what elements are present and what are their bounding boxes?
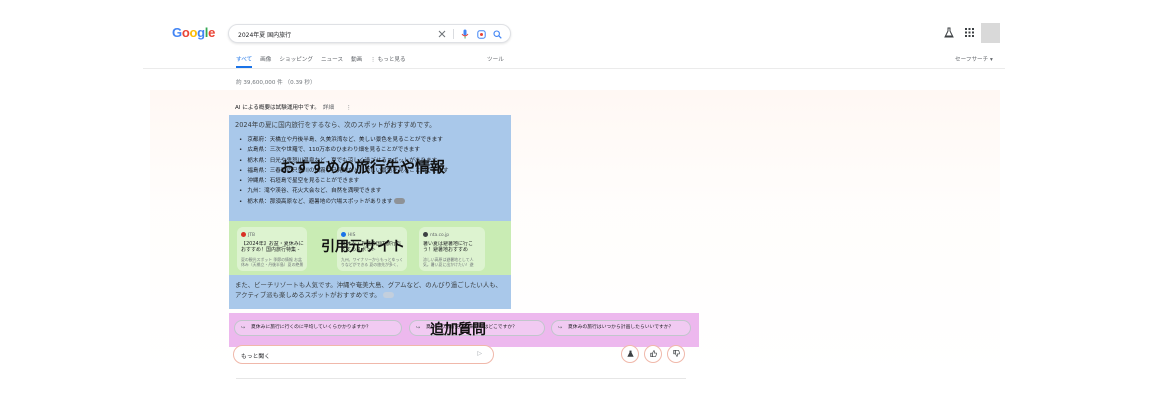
source-title: 【2024年】お盆・夏休みにおすすめ！国内旅行特集 - JTB [241, 241, 304, 254]
tools-button[interactable]: ツール [487, 55, 504, 63]
lens-icon[interactable] [476, 28, 486, 40]
logo-letter: g [197, 25, 205, 40]
labs-feedback-button[interactable] [621, 345, 639, 363]
microphone-icon[interactable] [460, 28, 470, 40]
list-item-text: 栃木県：那須高原など、避暑地の穴場スポットがあります [247, 198, 393, 205]
source-title: 暑い夏は避暑地に行こう！避暑地おすすめ [423, 241, 474, 254]
ai-overview-summary: 2024年の夏に国内旅行をするなら、次のスポットがおすすめです。 京都府：天橋立… [229, 115, 511, 221]
header-divider [143, 68, 1005, 69]
list-item: 栃木県：那須高原など、避暑地の穴場スポットがあります [239, 197, 448, 207]
ai-overview-intro: 2024年の夏に国内旅行をするなら、次のスポットがおすすめです。 [235, 121, 436, 129]
follow-up-questions: 夏休みに旅行に行くのに平均していくらかかりますか？ 夏休みの旅行先で人気なのはど… [229, 313, 699, 347]
logo-letter: o [181, 25, 190, 40]
search-icon[interactable] [492, 28, 502, 40]
search-input[interactable]: 2024年夏 国内旅行 [238, 30, 291, 39]
labs-flask-icon[interactable] [944, 27, 954, 40]
source-snippet: 九州、ワイナリーからもっとゆっくりなどができる 夏の旅先が多く、国... [341, 257, 404, 267]
ai-overview-details-link[interactable]: 詳細 [323, 105, 334, 111]
send-icon[interactable]: ▷ [477, 350, 482, 357]
source-link-chip[interactable] [394, 198, 406, 205]
list-item: 京都府：天橋立や丹後半島、久美浜湾など、美しい景色を見ることができます [239, 135, 448, 145]
tab-more[interactable]: ⋮ もっと見る [370, 55, 405, 68]
source-snippet: 涼しい高原は避暑地として人気。暑い夏に出かけたい！避暑地おすすめ [423, 257, 474, 267]
source-site: JTB [241, 232, 255, 238]
close-icon[interactable] [437, 28, 447, 40]
thumbs-down-button[interactable] [667, 345, 685, 363]
avatar[interactable] [981, 23, 1000, 43]
tab-videos[interactable]: 動画 [351, 55, 362, 68]
thumbs-down-icon [672, 349, 680, 359]
search-tabs: すべて 画像 ショッピング ニュース 動画 ⋮ もっと見る [236, 55, 414, 68]
ai-overview-heading-text: AI による概要は試験運用中です。 [235, 105, 320, 111]
logo-letter: o [189, 25, 198, 40]
result-stats: 約 39,600,000 件 （0.39 秒） [236, 80, 316, 86]
tab-shopping[interactable]: ショッピング [279, 55, 313, 68]
annotation-label-follow-up: 追加質問 [430, 322, 486, 338]
list-item: 九州：滝や渓谷、花火大会など、自然を満喫できます [239, 186, 448, 196]
section-divider [236, 378, 686, 379]
tab-all[interactable]: すべて [236, 55, 253, 68]
divider [453, 29, 454, 39]
source-site-name: nta.co.jp [430, 233, 450, 238]
source-card[interactable]: nta.co.jp 暑い夏は避暑地に行こう！避暑地おすすめ 涼しい高原は避暑地と… [419, 227, 485, 271]
follow-up-chip[interactable]: 夏休みに旅行に行くのに平均していくらかかりますか？ [234, 320, 402, 336]
ai-overview-paragraph: また、ビーチリゾートも人気です。沖縄や奄美大島、グアムなど、のんびり過ごしたい人… [235, 281, 507, 300]
source-cards: JTB 【2024年】お盆・夏休みにおすすめ！国内旅行特集 - JTB 夏の観光… [229, 221, 511, 275]
source-snippet: 夏の観光スポット 季節の情報 お盆休み（天橋立・丹後半島）夏の絶景 九... [241, 257, 304, 267]
ai-overview-summary-continued: また、ビーチリゾートも人気です。沖縄や奄美大島、グアムなど、のんびり過ごしたい人… [229, 275, 511, 309]
list-item: 広島県：三次や世羅で、110万本のひまわり畑を見ることができます [239, 145, 448, 155]
annotation-label-sources: 引用元サイト [321, 239, 405, 255]
info-icon[interactable]: ⋮ [346, 105, 352, 111]
google-logo[interactable]: Google [172, 25, 215, 40]
apps-grid-icon[interactable] [965, 28, 974, 39]
site-favicon-icon [423, 232, 428, 237]
ask-more-input[interactable]: もっと聞く ▷ [233, 345, 494, 364]
tab-images[interactable]: 画像 [260, 55, 271, 68]
annotation-label-recommendations: おすすめの旅行先や情報 [280, 158, 446, 176]
thumbs-up-button[interactable] [644, 345, 662, 363]
list-item: 沖縄県：石垣島で星空を見ることができます [239, 176, 448, 186]
source-card[interactable]: JTB 【2024年】お盆・夏休みにおすすめ！国内旅行特集 - JTB 夏の観光… [237, 227, 307, 271]
logo-letter: e [208, 25, 216, 40]
source-link-chip[interactable] [382, 291, 394, 298]
ai-overview-heading: AI による概要は試験運用中です。 詳細 ⋮ [235, 103, 352, 111]
ask-more-placeholder: もっと聞く [241, 354, 270, 360]
follow-up-chip[interactable]: 夏休みの旅行はいつから計画したらいいですか？ [551, 320, 691, 336]
source-site-name: JTB [248, 233, 255, 238]
thumbs-up-icon [649, 349, 657, 359]
logo-letter: G [172, 25, 182, 40]
labs-flask-icon [626, 350, 634, 359]
safesearch-button[interactable]: セーフサーチ ▾ [955, 55, 993, 63]
paragraph-text: また、ビーチリゾートも人気です。沖縄や奄美大島、グアムなど、のんびり過ごしたい人… [235, 281, 502, 299]
tab-news[interactable]: ニュース [321, 55, 343, 68]
source-site: nta.co.jp [423, 232, 449, 238]
search-box[interactable]: 2024年夏 国内旅行 [228, 24, 511, 43]
site-favicon-icon [241, 232, 246, 237]
